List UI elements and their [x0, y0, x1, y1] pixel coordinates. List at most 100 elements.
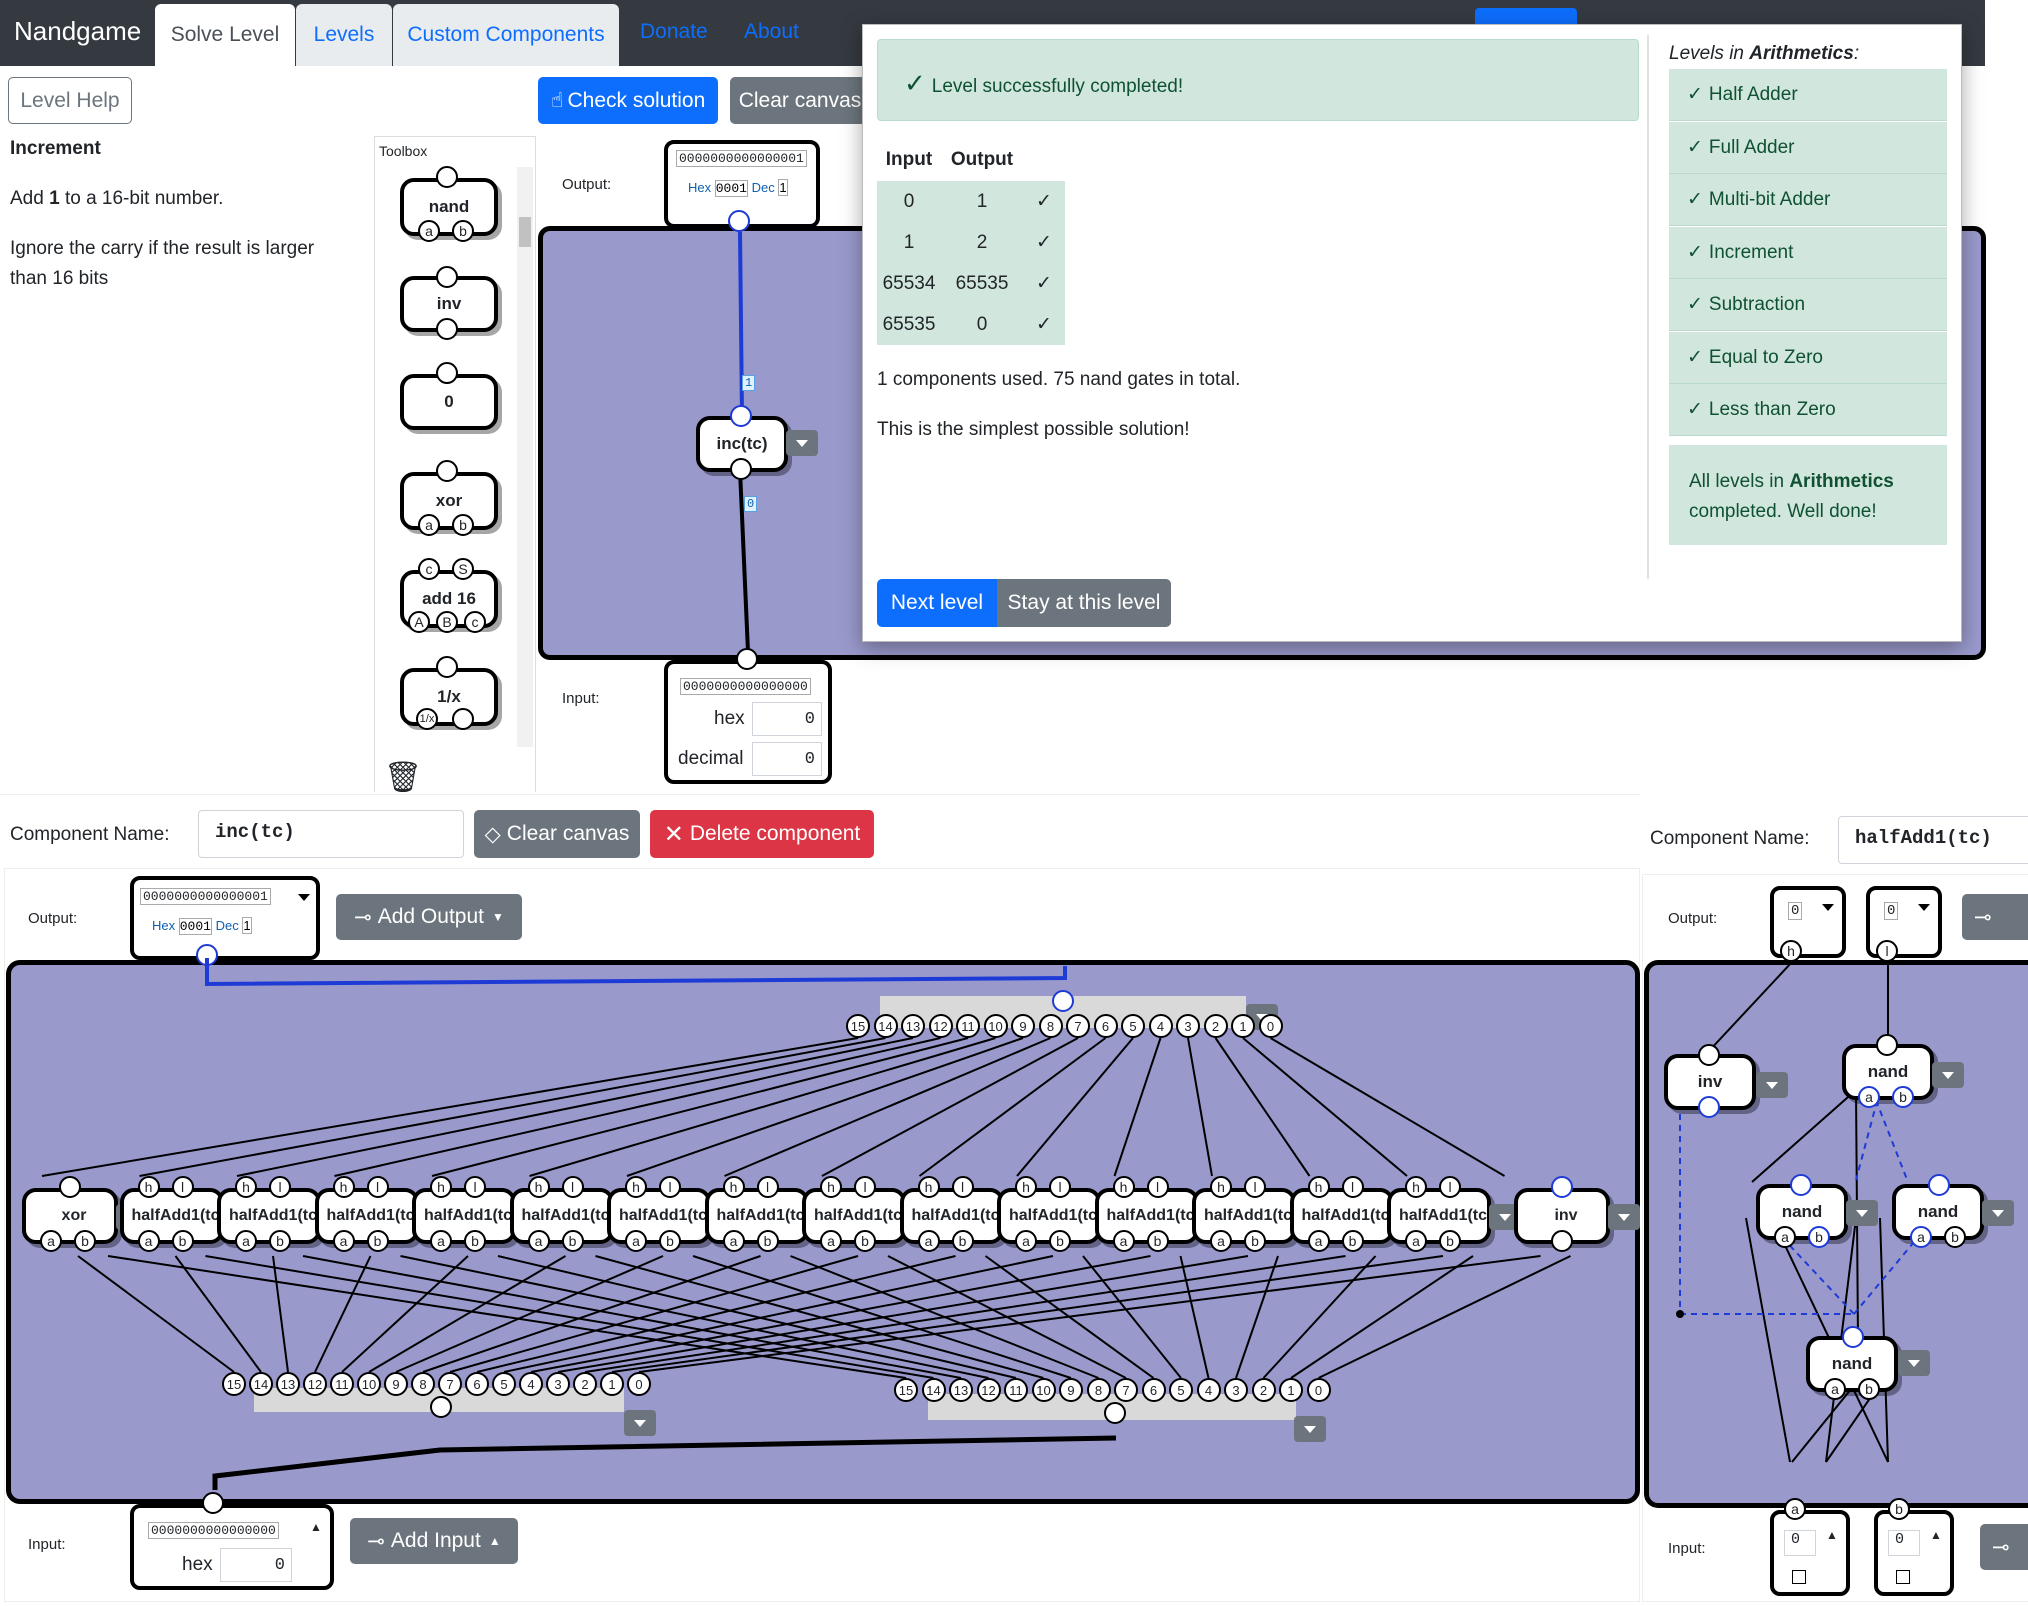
bus-bit-pin[interactable]: 5 [492, 1372, 516, 1396]
editor1-gate-pin-b[interactable]: b [464, 1230, 486, 1252]
editor1-gate-pin-l[interactable]: l [1341, 1176, 1364, 1198]
editor2-nand-bottom-pin-b[interactable]: b [1858, 1378, 1880, 1400]
editor1-gate-pin-h[interactable]: h [1210, 1176, 1232, 1198]
editor1-clear-canvas-button[interactable]: ◇ Clear canvas [474, 810, 640, 858]
bus-bit-pin[interactable]: 10 [983, 1014, 1008, 1038]
editor1-gate[interactable]: halfAdd1(tc) [119, 1188, 224, 1244]
editor2-nand-bottom-out-pin[interactable] [1842, 1326, 1864, 1348]
editor2-in-a-value[interactable]: 0 [1784, 1530, 1816, 1556]
editor1-gate-pin-h[interactable]: h [1405, 1176, 1427, 1198]
level-item-half-adder[interactable]: ✓ Half Adder [1669, 69, 1947, 121]
editor1-gate-pin-l[interactable]: l [659, 1176, 681, 1198]
chevron-up-icon[interactable]: ▲ [310, 1520, 322, 1534]
editor1-gate-pin-b[interactable]: b [1439, 1230, 1461, 1252]
chevron-down-icon[interactable] [1918, 904, 1930, 911]
editor1-gate-pin-b[interactable]: b [1341, 1230, 1364, 1252]
top-inc-in-pin[interactable] [730, 458, 752, 480]
editor1-gate-pin-l[interactable]: l [854, 1176, 876, 1198]
bus-bit-pin[interactable]: 9 [384, 1372, 408, 1396]
bus-bit-pin[interactable]: 10 [357, 1372, 381, 1396]
editor2-inv-out-pin[interactable] [1698, 1044, 1720, 1066]
editor2-in-a-checkbox[interactable] [1792, 1570, 1806, 1584]
editor1-gate-out-pin[interactable] [1551, 1176, 1573, 1198]
level-item-increment[interactable]: ✓ Increment [1669, 227, 1947, 279]
bus-bit-pin[interactable]: 4 [519, 1372, 543, 1396]
editor1-gate-pin-a[interactable]: a [820, 1230, 842, 1252]
editor1-gate-pin-a[interactable]: a [1112, 1230, 1135, 1252]
editor2-nand-right-pin-a[interactable]: a [1910, 1226, 1932, 1248]
bus-bit-pin[interactable]: 1 [600, 1372, 624, 1396]
editor1-gate-pin-h[interactable]: h [137, 1176, 160, 1198]
editor1-gate-pin-l[interactable]: l [1244, 1176, 1266, 1198]
chevron-down-icon[interactable] [298, 894, 310, 901]
bus-bit-pin[interactable]: 4 [1196, 1378, 1221, 1402]
add-output-button[interactable]: ⊸ Add Output ▼ [336, 894, 522, 940]
editor1-input-hex-field[interactable]: 0 [220, 1548, 292, 1582]
editor2-name-input[interactable]: halfAdd1(tc) [1838, 816, 2028, 864]
editor1-gate-pin-b[interactable]: b [171, 1230, 194, 1252]
editor1-bus-left-in-pin[interactable] [430, 1396, 452, 1418]
bus-bit-pin[interactable]: 2 [1203, 1014, 1228, 1038]
bus-bit-pin[interactable]: 2 [573, 1372, 597, 1396]
add-input-button[interactable]: ⊸ Add Input ▲ [350, 1518, 518, 1564]
editor1-gate-pin-a[interactable]: a [235, 1230, 257, 1252]
bus-bit-pin[interactable]: 6 [1093, 1014, 1118, 1038]
bus-bit-pin[interactable]: 8 [1086, 1378, 1111, 1402]
bus-bit-pin[interactable]: 4 [1148, 1014, 1173, 1038]
editor1-gate-pin-h[interactable]: h [1112, 1176, 1135, 1198]
editor2-nand-top-dropdown[interactable] [1932, 1062, 1964, 1088]
level-item-full-adder[interactable]: ✓ Full Adder [1669, 122, 1947, 174]
editor1-gate-pin-b[interactable]: b [756, 1230, 779, 1252]
editor1-gate-pin-a[interactable]: a [527, 1230, 550, 1252]
editor2-input-a-node[interactable]: 0 ▲ [1770, 1510, 1850, 1596]
bus-bit-pin[interactable]: 13 [949, 1378, 973, 1402]
bus-bit-pin[interactable]: 9 [1059, 1378, 1083, 1402]
bus-bit-pin[interactable]: 15 [894, 1378, 918, 1402]
editor1-gate-pin-b[interactable]: b [366, 1230, 389, 1252]
editor1-gate-pin-b[interactable]: b [74, 1230, 96, 1252]
brand-logo[interactable]: Nandgame [14, 16, 141, 47]
editor1-gate-pin-l[interactable]: l [756, 1176, 779, 1198]
editor1-gate-pin-h[interactable]: h [1307, 1176, 1330, 1198]
editor1-gate-pin-h[interactable]: h [722, 1176, 745, 1198]
editor2-nand-top-pin-b[interactable]: b [1892, 1086, 1914, 1108]
bus-bit-pin[interactable]: 7 [438, 1372, 462, 1396]
bus-bit-pin[interactable]: 1 [1279, 1378, 1303, 1402]
editor2-nand-left-pin-a[interactable]: a [1774, 1226, 1796, 1248]
check-solution-button[interactable]: ☝ Check solution [538, 77, 718, 124]
editor1-bus-top-out-pin[interactable] [1052, 990, 1074, 1012]
editor1-gate[interactable]: halfAdd1(tc) [1094, 1188, 1199, 1244]
top-input-decimal-field[interactable]: 0 [752, 742, 822, 776]
editor1-gate-pin-l[interactable]: l [366, 1176, 389, 1198]
editor1-gate-pin-a[interactable]: a [40, 1230, 62, 1252]
editor2-in-b-checkbox[interactable] [1896, 1570, 1910, 1584]
editor1-gate-pin-b[interactable]: b [659, 1230, 681, 1252]
bus-bit-pin[interactable]: 15 [846, 1014, 870, 1038]
bus-bit-pin[interactable]: 7 [1066, 1014, 1090, 1038]
editor1-gate[interactable]: halfAdd1(tc) [899, 1188, 1004, 1244]
editor1-gate-pin-a[interactable]: a [1210, 1230, 1232, 1252]
toolbox-scrollbar[interactable] [517, 167, 533, 747]
editor1-gate-pin-b[interactable]: b [1146, 1230, 1169, 1252]
bus-bit-pin[interactable]: 11 [330, 1372, 354, 1396]
editor2-nand-left-out-pin[interactable] [1790, 1174, 1812, 1196]
bus-bit-pin[interactable]: 11 [956, 1014, 980, 1038]
editor1-gate-in-pin[interactable] [1551, 1230, 1573, 1252]
editor1-gate-pin-l[interactable]: l [464, 1176, 486, 1198]
bus-bit-pin[interactable]: 3 [1176, 1014, 1200, 1038]
chevron-up-icon[interactable]: ▲ [1826, 1528, 1838, 1542]
top-input-node[interactable]: 0000000000000000 hex 0 decimal 0 [664, 660, 832, 784]
bus-bit-pin[interactable]: 8 [1038, 1014, 1063, 1038]
editor1-gate-pin-a[interactable]: a [137, 1230, 160, 1252]
editor2-input-b-node[interactable]: 0 ▲ [1874, 1510, 1954, 1596]
top-inc-out-pin[interactable] [730, 405, 752, 427]
editor1-gate-pin-b[interactable]: b [1049, 1230, 1071, 1252]
editor1-gate-pin-a[interactable]: a [1307, 1230, 1330, 1252]
editor1-gate[interactable]: halfAdd1(tc) [509, 1188, 614, 1244]
editor1-gate-pin-h[interactable]: h [430, 1176, 452, 1198]
editor2-nand-bottom-dropdown[interactable] [1898, 1350, 1930, 1376]
bus-bit-pin[interactable]: 14 [921, 1378, 946, 1402]
editor1-gate-pin-b[interactable]: b [269, 1230, 291, 1252]
tab-custom-components[interactable]: Custom Components [393, 4, 619, 66]
editor1-gate-pin-l[interactable]: l [171, 1176, 194, 1198]
